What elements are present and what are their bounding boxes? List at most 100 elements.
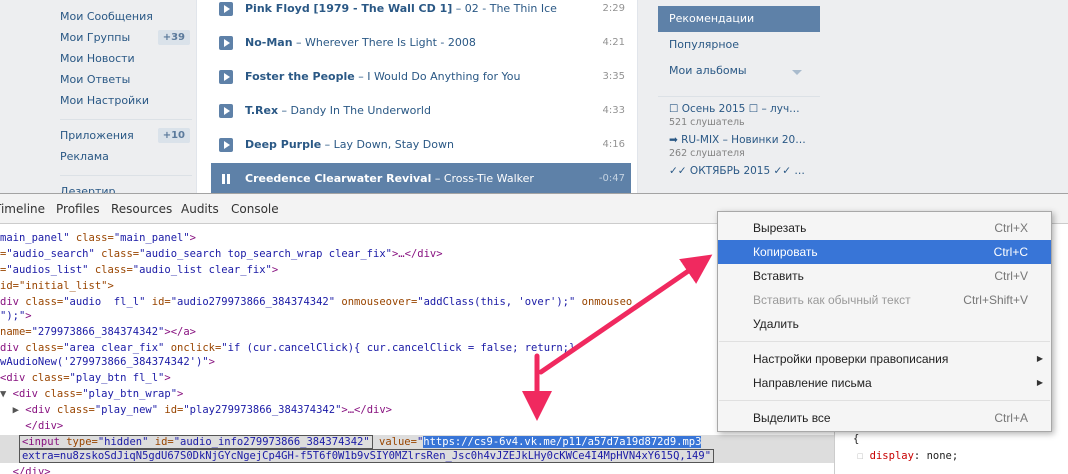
- menu-divider: [60, 119, 192, 120]
- menu-item-cut[interactable]: Вырезать Ctrl+X: [718, 216, 1051, 240]
- track-row[interactable]: No-Man – Wherever There Is Light - 2008 …: [211, 27, 631, 61]
- menu-item-paste-plain[interactable]: Вставить как обычный текст Ctrl+Shift+V: [718, 288, 1051, 312]
- play-icon[interactable]: [219, 104, 233, 118]
- panel-divider: [658, 96, 820, 97]
- playlist-title[interactable]: ➡ RU-MIX – Новинки 20…: [669, 134, 820, 146]
- chevron-down-icon[interactable]: [792, 70, 802, 75]
- track-title[interactable]: – Cross-Tie Walker: [431, 172, 534, 185]
- audio-track-list: Pink Floyd [1979 - The Wall CD 1] – 02 -…: [196, 0, 638, 193]
- menu-item-label: Дезертир: [60, 185, 116, 193]
- context-menu: Вырезать Ctrl+X Копировать Ctrl+C Встави…: [717, 211, 1052, 432]
- menu-item-label: Реклама: [60, 150, 109, 163]
- playlist-item[interactable]: ✓✓ ОКТЯБРЬ 2015 ✓✓ …: [650, 165, 820, 177]
- playlist-item[interactable]: ➡ RU-MIX – Новинки 20… 262 слушателя: [650, 134, 820, 159]
- menu-item-spellcheck[interactable]: Настройки проверки правописания ▶: [718, 347, 1051, 371]
- menu-item-label: Мои Группы: [60, 31, 131, 44]
- dom-node[interactable]: </div>: [0, 419, 63, 433]
- menu-divider: [60, 175, 192, 176]
- track-artist[interactable]: Deep Purple: [245, 138, 321, 151]
- track-row[interactable]: Pink Floyd [1979 - The Wall CD 1] – 02 -…: [211, 0, 631, 27]
- menu-divider: [719, 341, 1050, 342]
- tab-resources[interactable]: Resources: [111, 194, 172, 224]
- track-title[interactable]: – I Would Do Anything for You: [355, 70, 520, 83]
- dom-node[interactable]: div class="audio fl_l" id="audio27997386…: [0, 295, 632, 309]
- playlist-title[interactable]: ✓✓ ОКТЯБРЬ 2015 ✓✓ …: [669, 165, 820, 177]
- shortcut: Ctrl+X: [994, 221, 1028, 235]
- track-artist[interactable]: Creedence Clearwater Revival: [245, 172, 431, 185]
- menu-item-answers[interactable]: Мои Ответы: [52, 69, 192, 90]
- menu-item-select-all[interactable]: Выделить все Ctrl+A: [718, 406, 1051, 430]
- tab-recommendations[interactable]: Рекомендации: [658, 6, 820, 32]
- track-row[interactable]: Deep Purple – Lay Down, Stay Down 4:16: [211, 129, 631, 163]
- play-icon[interactable]: [219, 70, 233, 84]
- menu-item-copy[interactable]: Копировать Ctrl+C: [718, 240, 1051, 264]
- dom-node[interactable]: name="279973866_384374342"></a>: [0, 325, 196, 339]
- style-brace: {: [853, 433, 860, 445]
- track-artist[interactable]: No-Man: [245, 36, 293, 49]
- track-row[interactable]: T.Rex – Dandy In The Underworld 4:33: [211, 95, 631, 129]
- track-artist[interactable]: T.Rex: [245, 104, 278, 117]
- track-title[interactable]: – Wherever There Is Light - 2008: [293, 36, 476, 49]
- dom-node[interactable]: ="audios_list" class="audio_list clear_f…: [0, 263, 278, 277]
- menu-item-label: Мои Сообщения: [60, 10, 153, 23]
- tab-popular[interactable]: Популярное: [650, 32, 820, 58]
- playlist-listeners: 262 слушателя: [669, 148, 745, 159]
- menu-item-writing-direction[interactable]: Направление письма ▶: [718, 371, 1051, 395]
- track-artist[interactable]: Pink Floyd [1979 - The Wall CD 1]: [245, 2, 452, 15]
- dom-node-selected[interactable]: <input type="hidden" id="audio_info27997…: [0, 435, 834, 449]
- dom-node[interactable]: wAudioNew('279973866_384374342')">: [0, 355, 215, 369]
- menu-item-messages[interactable]: Мои Сообщения: [52, 6, 192, 27]
- dom-node[interactable]: </div>: [0, 465, 51, 474]
- tab-console[interactable]: Console: [231, 194, 279, 224]
- style-rule[interactable]: ☐ display: none;: [857, 449, 958, 463]
- menu-item-ads[interactable]: Реклама: [52, 146, 192, 167]
- track-row[interactable]: Foster the People – I Would Do Anything …: [211, 61, 631, 95]
- tab-audits[interactable]: Audits: [181, 194, 219, 224]
- track-row-playing[interactable]: Creedence Clearwater Revival – Cross-Tie…: [211, 163, 631, 193]
- shortcut: Ctrl+C: [993, 245, 1028, 259]
- shortcut: Ctrl+A: [994, 411, 1028, 425]
- dom-node[interactable]: div class="area clear_fix" onclick="if (…: [0, 341, 575, 355]
- audio-right-panel: Рекомендации Популярное Мои альбомы ☐ Ос…: [650, 0, 820, 193]
- play-icon[interactable]: [219, 138, 233, 152]
- menu-item-label: Мои Настройки: [60, 94, 149, 107]
- tab-profiles[interactable]: Profiles: [56, 194, 100, 224]
- dom-node[interactable]: id="initial_list">: [0, 279, 114, 293]
- dom-node[interactable]: ▼ <div class="play_btn_wrap">: [0, 387, 183, 401]
- playlist-listeners: 521 слушатель: [669, 117, 745, 128]
- track-title[interactable]: – Dandy In The Underworld: [278, 104, 431, 117]
- menu-item-delete[interactable]: Удалить: [718, 312, 1051, 336]
- dom-node[interactable]: <div class="play_btn fl_l">: [0, 371, 171, 385]
- pause-icon[interactable]: [219, 172, 233, 186]
- dom-node[interactable]: ");">: [0, 309, 32, 323]
- elements-tree[interactable]: main_panel" class="main_panel"> ="audio_…: [0, 225, 834, 474]
- menu-item-settings[interactable]: Мои Настройки: [52, 90, 192, 111]
- track-duration: 4:21: [602, 37, 625, 48]
- dom-node[interactable]: main_panel" class="main_panel">: [0, 231, 196, 245]
- menu-divider: [719, 400, 1050, 401]
- menu-item-deserter[interactable]: Дезертир: [52, 181, 192, 193]
- tab-timeline[interactable]: Timeline: [0, 194, 45, 224]
- groups-count-badge[interactable]: +39: [157, 30, 190, 45]
- submenu-arrow-icon: ▶: [1036, 354, 1043, 363]
- track-title[interactable]: – 02 - The Thin Ice: [452, 2, 557, 15]
- menu-item-paste[interactable]: Вставить Ctrl+V: [718, 264, 1051, 288]
- play-icon[interactable]: [219, 36, 233, 50]
- shortcut: Ctrl+V: [994, 269, 1028, 283]
- playlist-title[interactable]: ☐ Осень 2015 ☐ – луч…: [669, 103, 820, 115]
- track-duration: 3:35: [602, 71, 625, 82]
- track-artist[interactable]: Foster the People: [245, 70, 355, 83]
- dom-node[interactable]: ="audio_search" class="audio_search top_…: [0, 247, 443, 261]
- track-time-remaining: -0:47: [598, 173, 625, 184]
- shortcut: Ctrl+Shift+V: [963, 293, 1028, 307]
- playlist-item[interactable]: ☐ Осень 2015 ☐ – луч… 521 слушатель: [650, 103, 820, 128]
- selected-url-text[interactable]: https://cs9-6v4.vk.me/p11/a57d7a19d872d9…: [423, 436, 702, 448]
- dom-node[interactable]: ▶ <div class="play_new" id="play27997386…: [0, 403, 392, 417]
- menu-item-news[interactable]: Мои Новости: [52, 48, 192, 69]
- play-icon[interactable]: [219, 2, 233, 16]
- menu-item-groups[interactable]: Мои Группы +39: [52, 27, 192, 48]
- dom-node-selected[interactable]: extra=nu8zskoSdJiqN5gdU67S0DkNjGYcNgejCp…: [0, 449, 834, 463]
- apps-count-badge[interactable]: +10: [157, 128, 190, 143]
- menu-item-apps[interactable]: Приложения +10: [52, 125, 192, 146]
- track-title[interactable]: – Lay Down, Stay Down: [321, 138, 454, 151]
